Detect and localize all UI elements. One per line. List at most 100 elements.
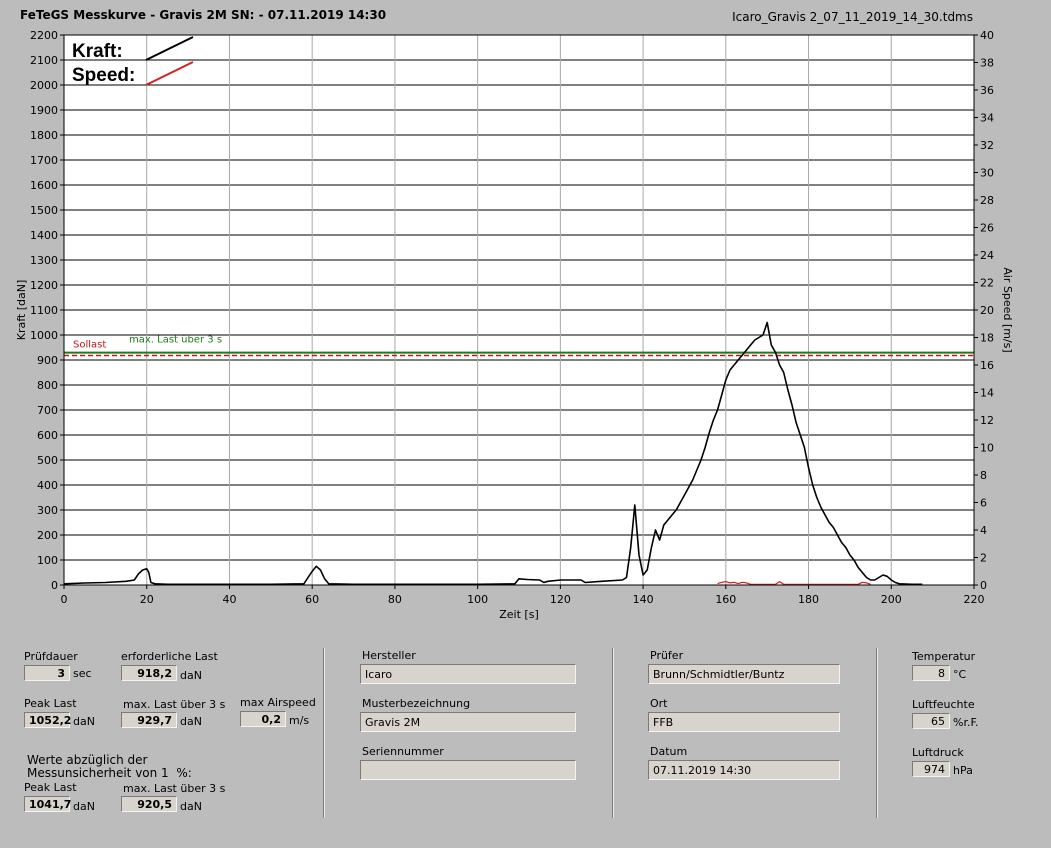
x-tick-label: 60 [305,593,319,606]
luftdruck-value: 974 [912,761,950,777]
max-airspeed-unit: m/s [289,714,310,727]
y-tick-label: 1200 [30,279,58,292]
x-tick-label: 100 [467,593,488,606]
y-tick-label: 400 [37,479,58,492]
y-tick-label: 0 [51,579,58,592]
peak-last-unit: daN [73,715,95,728]
y-tick-label: 1000 [30,329,58,342]
muster-label: Musterbezeichnung [362,697,471,710]
erf-last-label: erforderliche Last [121,650,218,663]
y-tick-label: 1600 [30,179,58,192]
y2-tick-label: 12 [980,414,994,427]
x-tick-label: 200 [881,593,902,606]
hersteller-field[interactable]: Icaro [360,664,576,684]
max-last2-value: 920,5 [121,796,177,812]
y-tick-label: 600 [37,429,58,442]
x-tick-label: 220 [964,593,985,606]
y-tick-label: 700 [37,404,58,417]
max-last-value: 929,7 [121,712,177,728]
x-axis-title: Zeit [s] [499,608,538,621]
max-last2-unit: daN [180,800,202,813]
max-airspeed-label: max Airspeed [240,696,316,709]
muster-field[interactable]: Gravis 2M [360,712,576,732]
y-tick-label: 1700 [30,154,58,167]
y2-tick-label: 40 [980,29,994,42]
luftdruck-label: Luftdruck [912,746,964,759]
pruefer-field[interactable]: Brunn/Schmidtler/Buntz [648,664,840,684]
y-tick-label: 100 [37,554,58,567]
y2-tick-label: 30 [980,167,994,180]
legend-speed-label: Speed: [72,65,135,86]
max-airspeed-value: 0,2 [240,711,286,727]
serien-field[interactable] [360,760,576,780]
y2-tick-label: 0 [980,579,987,592]
y-tick-label: 2100 [30,54,58,67]
y2-tick-label: 4 [980,524,987,537]
luftdruck-unit: hPa [953,764,973,777]
x-tick-label: 140 [633,593,654,606]
max-last-label: max. Last über 3 s [123,698,226,711]
y-tick-label: 300 [37,504,58,517]
y2-tick-label: 38 [980,57,994,70]
y2-tick-label: 24 [980,249,994,262]
separator-2 [612,648,614,818]
x-tick-label: 40 [222,593,236,606]
datum-field[interactable]: 07.11.2019 14:30 [648,760,840,780]
y-axis-title: Kraft [daN] [15,280,28,341]
x-tick-label: 180 [798,593,819,606]
serien-label: Seriennummer [362,745,444,758]
max-last-unit: daN [180,715,202,728]
y2-tick-label: 8 [980,469,987,482]
ort-field[interactable]: FFB [648,712,840,732]
y2-tick-label: 18 [980,332,994,345]
x-tick-label: 20 [140,593,154,606]
separator-3 [876,648,878,818]
max-last2-label: max. Last über 3 s [123,782,226,795]
y2-tick-label: 6 [980,497,987,510]
y2-tick-label: 36 [980,84,994,97]
x-tick-label: 80 [388,593,402,606]
y2-tick-label: 26 [980,222,994,235]
y2-tick-label: 10 [980,442,994,455]
peak-last2-value: 1041,7 [24,796,71,812]
y-tick-label: 2200 [30,29,58,42]
pruefdauer-value: 3 [24,665,70,681]
y-tick-label: 500 [37,454,58,467]
y2-tick-label: 14 [980,387,994,400]
luftfeuchte-label: Luftfeuchte [912,698,975,711]
temperatur-value: 8 [912,665,950,681]
y-tick-label: 1100 [30,304,58,317]
y2-tick-label: 16 [980,359,994,372]
luftfeuchte-value: 65 [912,713,950,729]
y-tick-label: 1800 [30,129,58,142]
y-tick-label: 800 [37,379,58,392]
y2-tick-label: 28 [980,194,994,207]
pruefdauer-label: Prüfdauer [24,650,78,663]
peak-last2-unit: daN [73,800,95,813]
erf-last-unit: daN [180,669,202,682]
y-tick-label: 1300 [30,254,58,267]
y-tick-label: 200 [37,529,58,542]
y2-tick-label: 2 [980,552,987,565]
temperatur-label: Temperatur [912,650,976,663]
y2-tick-label: 22 [980,277,994,290]
y2-tick-label: 34 [980,112,994,125]
y-tick-label: 1900 [30,104,58,117]
werte-note: Werte abzüglich der Messunsicherheit von… [27,753,192,780]
x-tick-label: 160 [715,593,736,606]
separator-1 [323,648,325,818]
y2-tick-label: 32 [980,139,994,152]
ort-label: Ort [650,697,668,710]
luftfeuchte-unit: %r.F. [953,716,979,729]
pruefer-label: Prüfer [650,649,684,662]
pruefdauer-unit: sec [73,667,92,680]
y2-axis-title: Air Speed [m/s] [1001,267,1014,352]
y2-tick-label: 20 [980,304,994,317]
peak-last-value: 1052,2 [24,712,71,728]
legend-kraft-label: Kraft: [72,41,123,62]
x-tick-label: 120 [550,593,571,606]
sollast-label: Sollast [73,339,106,350]
max-last-label: max. Last über 3 s [129,335,222,346]
y-tick-label: 1500 [30,204,58,217]
y-tick-label: 2000 [30,79,58,92]
